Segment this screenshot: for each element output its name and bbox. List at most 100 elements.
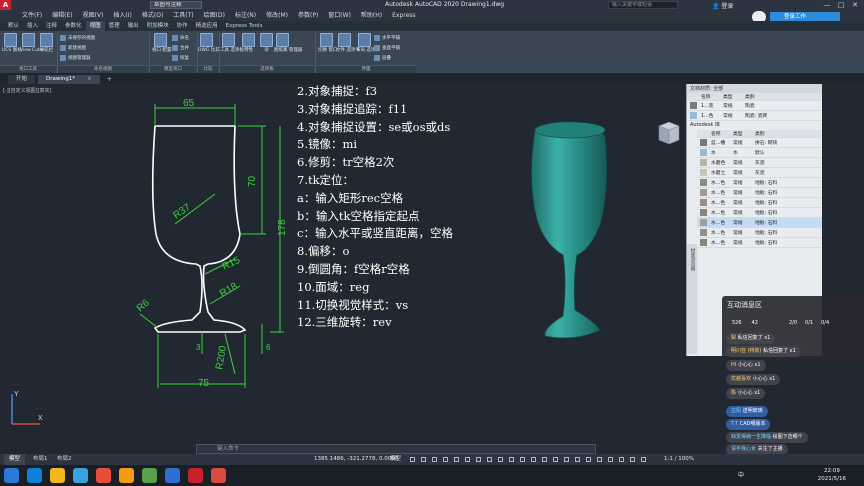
table-row[interactable]: 水...色 常规 地板: 石料	[697, 228, 822, 238]
layout-tab[interactable]: 布局2	[52, 454, 77, 465]
view-manager-button[interactable]: 视图管理器	[60, 54, 91, 62]
status-toggle-icon[interactable]	[421, 457, 426, 462]
status-toggle-icon[interactable]	[454, 457, 459, 462]
chat-message[interactable]: HI 小心心 x1	[726, 360, 766, 371]
properties-button[interactable]: 特性	[240, 32, 257, 53]
status-toggle-icon[interactable]	[641, 457, 646, 462]
chat-message[interactable]: 缺爱得病一生降临 绘图下选哪个	[726, 432, 808, 443]
new-tab-button[interactable]: +	[103, 75, 116, 84]
file-explorer-icon[interactable]	[50, 468, 65, 483]
ribbon-tab[interactable]: 输出	[124, 21, 143, 31]
status-toggle-icon[interactable]	[465, 457, 470, 462]
table-row[interactable]: 水...色 常规 地板: 石料	[697, 188, 822, 198]
taskbar-clock[interactable]: 22:09 2021/5/16	[818, 467, 846, 483]
table-row[interactable]: 1...克 常规 陶瓷	[687, 101, 822, 111]
input-language[interactable]: 中	[738, 470, 744, 479]
ribbon-tab[interactable]: 附加模块	[143, 21, 173, 31]
ribbon-tab[interactable]: 插入	[23, 21, 42, 31]
file-tab[interactable]: 开始	[8, 75, 36, 84]
menu-item[interactable]: 工具(T)	[173, 10, 193, 21]
table-row[interactable]: 蓝...槽 常规 拼石: 砌块	[697, 138, 822, 148]
tool-palettes-button[interactable]: 工具 选项板	[220, 32, 244, 53]
folder-icon[interactable]	[119, 468, 134, 483]
status-toggle-icon[interactable]	[586, 457, 591, 462]
tile-vertical-button[interactable]: 垂直平铺	[374, 44, 400, 52]
status-toggle-icon[interactable]	[487, 457, 492, 462]
viewcube-button[interactable]: View Cube	[20, 32, 44, 53]
status-toggle-icon[interactable]	[476, 457, 481, 462]
command-line-input[interactable]: 键入命令	[196, 444, 596, 454]
chat-message[interactable]: 古阳 送明玻璃	[726, 406, 768, 417]
close-button[interactable]: ✕	[848, 0, 862, 10]
ucs-icon-button[interactable]: UCS 图标	[2, 32, 22, 53]
ribbon-tab[interactable]: 协作	[173, 21, 192, 31]
layout-tab[interactable]: 布局1	[28, 454, 53, 465]
viewport-config-button[interactable]: 视口 配置	[152, 32, 171, 53]
workspace-dropdown[interactable]: 草图与注释	[150, 1, 202, 9]
tile-horizontal-button[interactable]: 水平平铺	[374, 34, 400, 42]
cascade-button[interactable]: 层叠	[374, 54, 391, 62]
qq-icon[interactable]	[165, 468, 180, 483]
glass-3d-render[interactable]	[515, 110, 625, 350]
status-toggle-icon[interactable]	[498, 457, 503, 462]
menu-item[interactable]: 帮助(H)	[361, 10, 382, 21]
status-toggle-icon[interactable]	[531, 457, 536, 462]
nav-bar-button[interactable]: 导航栏	[38, 32, 55, 53]
file-tab[interactable]: Drawing1* ×	[38, 75, 100, 84]
edge-icon[interactable]	[73, 468, 88, 483]
file-tabs-button[interactable]: 文件 选项卡	[336, 32, 360, 53]
menu-item[interactable]: 标注(N)	[235, 10, 256, 21]
palette-side-tab[interactable]: 材质浏览器	[689, 248, 695, 271]
status-toggle-icon[interactable]	[564, 457, 569, 462]
status-toggle-icon[interactable]	[619, 457, 624, 462]
table-row[interactable]: 水磨土 常规 灰泥	[697, 168, 822, 178]
doc-materials-table[interactable]: 名称 类型 类别 1...克 常规 陶瓷 1...色 常规 陶瓷: 瓷砖	[687, 93, 822, 121]
menu-item[interactable]: 文件(F)	[22, 10, 42, 21]
library-materials-table[interactable]: 名称 类型 类别 蓝...槽 常规 拼石: 砌块水水默认 水磨色 常规 灰泥 水磨土 常规 灰泥 水..…	[697, 130, 822, 248]
status-toggle-icon[interactable]	[410, 457, 415, 462]
status-toggle-icon[interactable]	[575, 457, 580, 462]
dwg-compare-button[interactable]: DWG 比较	[198, 32, 220, 53]
status-toggle-icon[interactable]	[597, 457, 602, 462]
annotation-scale[interactable]: 1:1 / 100%	[664, 454, 694, 465]
close-tab-icon[interactable]: ×	[87, 76, 92, 82]
autocad-taskbar-icon[interactable]	[188, 468, 203, 483]
viewcube-icon[interactable]	[655, 118, 681, 148]
table-row[interactable]: 水...色 常规 地板: 石料	[697, 178, 822, 188]
table-row[interactable]: 水 水 默认	[697, 148, 822, 158]
library-path[interactable]: Autodesk 库	[687, 121, 822, 130]
table-row[interactable]: 水磨色 常规 灰泥	[697, 158, 822, 168]
autocad-logo-icon[interactable]: A	[0, 0, 11, 10]
coordinates-readout[interactable]: 1385.1486, -321.2778, 0.0000	[314, 454, 398, 465]
menu-item[interactable]: 编辑(E)	[52, 10, 72, 21]
chat-message[interactable]: 陈 小心心 x1	[726, 388, 766, 399]
restore-viewports-button[interactable]: 恢复	[172, 54, 189, 62]
maximize-button[interactable]: □	[834, 0, 848, 10]
chat-message[interactable]: 梨 私信回复了 x1	[726, 333, 776, 344]
table-row[interactable]: 水...色 常规 地板: 石料	[697, 238, 822, 248]
menu-item[interactable]: 参数(P)	[298, 10, 318, 21]
status-toggle-icon[interactable]	[520, 457, 525, 462]
chat-message[interactable]: 明川亚 (特效) 私信回复了 x1	[726, 346, 801, 357]
ribbon-tab[interactable]: 注释	[42, 21, 61, 31]
switch-windows-button[interactable]: 切换 窗口	[318, 32, 337, 53]
unsaved-view-dropdown[interactable]: 未保存的视图	[60, 34, 95, 42]
menu-item[interactable]: 窗口(W)	[328, 10, 351, 21]
join-viewports-button[interactable]: 合并	[172, 44, 189, 52]
status-toggle-icon[interactable]	[509, 457, 514, 462]
chat-message[interactable]: T.T CAD哪版本	[726, 419, 771, 430]
app-icon[interactable]	[211, 468, 226, 483]
layout-tabs-button[interactable]: 布局 选项卡	[356, 32, 380, 53]
login-button[interactable]: 👤 登录	[712, 1, 733, 10]
ribbon-tab[interactable]: 管理	[105, 21, 124, 31]
menu-item[interactable]: 插入(I)	[113, 10, 131, 21]
doc-materials-filter[interactable]: 文档材质: 全部	[690, 85, 723, 92]
status-toggle-icon[interactable]	[553, 457, 558, 462]
status-toggle-icon[interactable]	[443, 457, 448, 462]
block-button[interactable]: 块	[258, 32, 275, 53]
ribbon-tab[interactable]: 精选应用	[192, 21, 222, 31]
layout-tab[interactable]: 模型	[4, 454, 26, 465]
new-view-button[interactable]: 新建视图	[60, 44, 86, 52]
ribbon-tab[interactable]: 参数化	[61, 21, 86, 31]
search-input[interactable]: 输入关键字或短语	[608, 1, 678, 9]
